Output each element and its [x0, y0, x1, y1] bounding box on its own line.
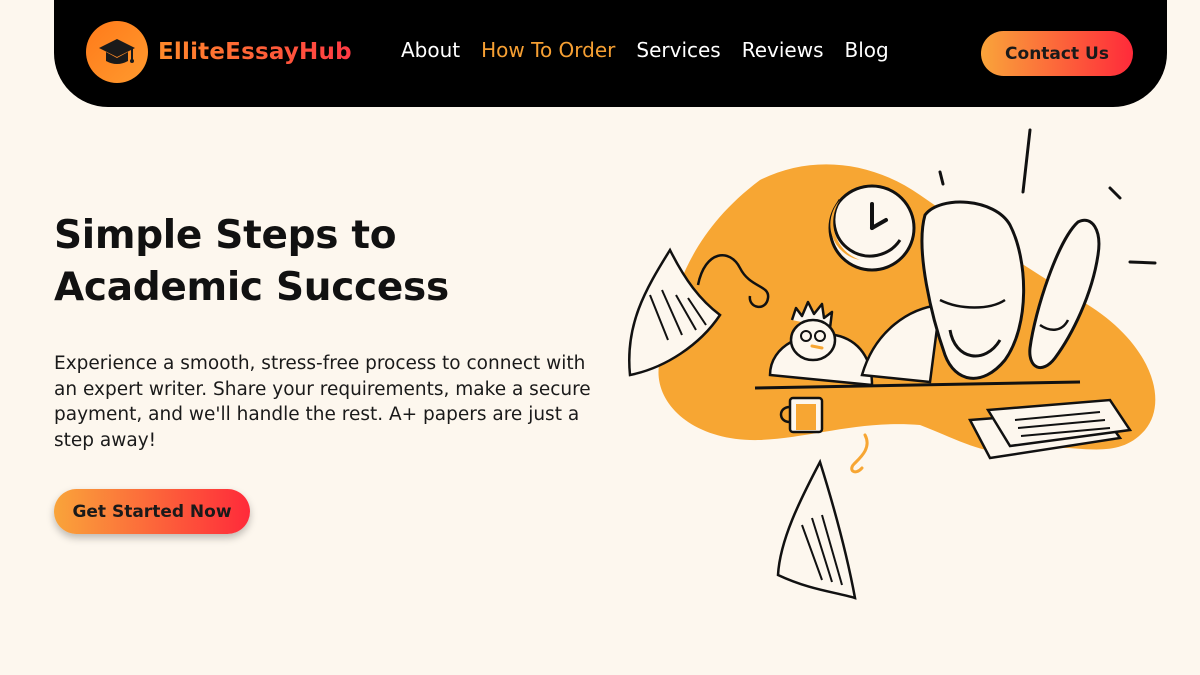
page-title: Simple Steps to Academic Success	[54, 210, 574, 314]
get-started-button[interactable]: Get Started Now	[54, 489, 250, 534]
page-title-line-1: Simple Steps to	[54, 213, 397, 258]
person-relaxing-illustration	[610, 120, 1180, 610]
nav-about[interactable]: About	[401, 38, 460, 62]
brand-name: ElliteEssayHub	[158, 39, 352, 65]
page-title-line-2: Academic Success	[54, 265, 449, 310]
documents-stack	[968, 398, 1133, 460]
main-nav: About How To Order Services Reviews Blog	[401, 38, 910, 62]
illustration-svg	[628, 128, 1157, 600]
navbar: ElliteEssayHub About How To Order Servic…	[54, 0, 1167, 107]
contact-us-button[interactable]: Contact Us	[981, 31, 1133, 76]
nav-how-to-order[interactable]: How To Order	[481, 38, 615, 62]
nav-blog[interactable]: Blog	[845, 38, 889, 62]
hero-description: Experience a smooth, stress-free process…	[54, 353, 591, 451]
clock-icon	[828, 184, 916, 272]
page: ElliteEssayHub About How To Order Servic…	[0, 0, 1200, 675]
graduation-cap-icon	[86, 21, 148, 83]
logo[interactable]: ElliteEssayHub	[86, 21, 352, 83]
flying-paper-bottom	[776, 458, 857, 600]
squiggle-accent	[850, 433, 869, 474]
nav-reviews[interactable]: Reviews	[742, 38, 824, 62]
nav-services[interactable]: Services	[636, 38, 720, 62]
